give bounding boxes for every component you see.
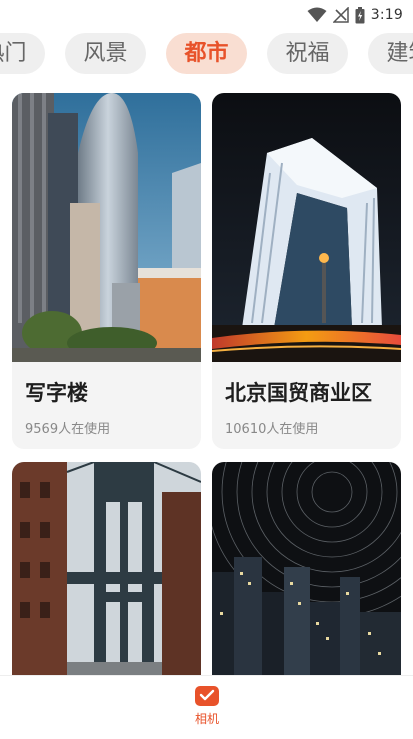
- card-title: 写字楼: [25, 381, 88, 405]
- card-image-startrails: [212, 462, 401, 675]
- wifi-icon: [307, 7, 327, 22]
- signal-icon: [332, 7, 349, 23]
- template-card[interactable]: 北京国贸商业区 10610人在使用: [212, 93, 401, 449]
- card-title: 北京国贸商业区: [225, 381, 372, 405]
- template-card[interactable]: 写字楼 9569人在使用: [12, 93, 201, 449]
- clock: 3:19: [370, 7, 403, 23]
- card-image-bridge: [12, 462, 201, 675]
- tab-label: 风景: [83, 41, 128, 66]
- status-bar: 3:19: [0, 0, 413, 30]
- nav-label: 相机: [194, 712, 219, 726]
- tab-architecture[interactable]: 建筑: [368, 33, 413, 74]
- camera-icon: [195, 686, 219, 706]
- template-card[interactable]: [212, 462, 401, 675]
- tab-label: 建筑: [386, 41, 413, 66]
- card-usage-count: 10610人在使用: [225, 422, 319, 437]
- tab-label: 热门: [0, 41, 27, 66]
- template-card[interactable]: [12, 462, 201, 675]
- tab-popular[interactable]: 热门: [0, 33, 45, 74]
- bottom-nav: 相机: [0, 675, 413, 739]
- card-image-cctv: [212, 93, 401, 362]
- tab-city[interactable]: 都市: [166, 33, 247, 74]
- tab-scenery[interactable]: 风景: [65, 33, 146, 74]
- tab-label: 祝福: [285, 41, 330, 66]
- tab-label: 都市: [184, 41, 229, 66]
- template-grid: 写字楼 9569人在使用 北京国贸商业区 10610人在使用: [0, 93, 413, 675]
- tab-blessing[interactable]: 祝福: [267, 33, 348, 74]
- category-tabs: 热门 风景 都市 祝福 建筑: [0, 33, 413, 75]
- battery-icon: [355, 6, 365, 23]
- card-image-office: [12, 93, 201, 362]
- card-usage-count: 9569人在使用: [25, 422, 111, 437]
- nav-camera[interactable]: 相机: [186, 684, 228, 734]
